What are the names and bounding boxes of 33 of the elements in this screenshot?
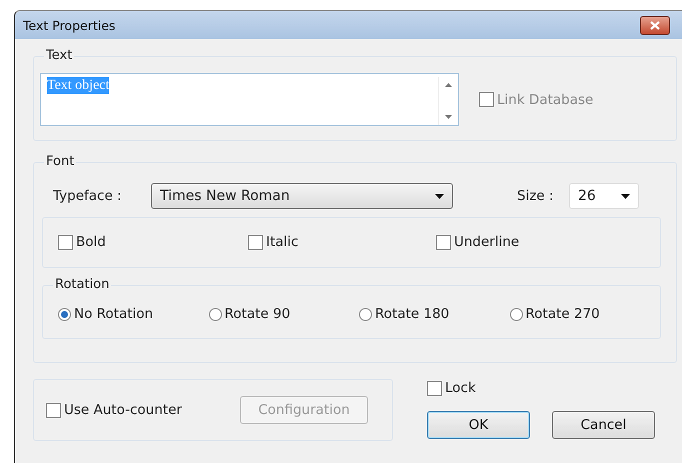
cancel-button[interactable]: Cancel: [552, 410, 655, 438]
radio-label: Rotate 180: [375, 306, 450, 322]
radio-label: No Rotation: [74, 306, 154, 322]
caret-icon: [621, 194, 630, 198]
checkbox[interactable]: [427, 380, 442, 396]
radio-label: Rotate 90: [224, 306, 290, 322]
caret-icon: [435, 194, 444, 198]
radio-button[interactable]: [58, 308, 71, 320]
checkbox-label: Bold: [76, 234, 106, 250]
checkbox-label: Italic: [266, 234, 298, 250]
checkbox-label: Lock: [445, 380, 476, 396]
close-button[interactable]: [640, 16, 670, 34]
radio-button[interactable]: [359, 308, 372, 320]
checkbox[interactable]: [58, 234, 73, 250]
checkbox-label: Use Auto-counter: [64, 402, 182, 418]
checkbox[interactable]: [46, 402, 61, 418]
radio-button[interactable]: [208, 308, 222, 320]
ok-button[interactable]: OK: [427, 410, 530, 438]
checkbox[interactable]: [248, 234, 263, 250]
radio-label: Rotate 270: [526, 306, 600, 322]
scroll-down-icon[interactable]: [445, 115, 452, 119]
selected-text: Text object: [47, 77, 110, 94]
checkbox[interactable]: [436, 234, 451, 250]
size-dropdown[interactable]: 26: [569, 183, 639, 209]
typeface-label: Typeface :: [53, 188, 123, 204]
size-label: Size :: [517, 188, 555, 204]
scroll-up-icon[interactable]: [445, 83, 452, 87]
close-icon: [650, 20, 660, 30]
checkbox-label: Underline: [454, 234, 520, 250]
radio-button[interactable]: [510, 308, 522, 320]
window-title: Text Properties: [23, 18, 116, 32]
typeface-dropdown[interactable]: Times New Roman: [151, 183, 453, 209]
checkbox-label: Link Database: [497, 92, 594, 108]
